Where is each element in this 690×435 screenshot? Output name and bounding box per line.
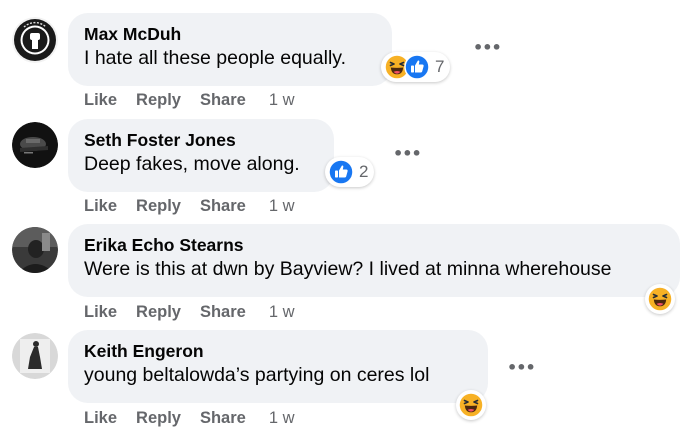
more-options-icon[interactable]: •••: [473, 40, 502, 56]
comment-text: young beltalowda’s partying on ceres lol: [84, 364, 430, 386]
comment-text: I hate all these people equally.: [84, 47, 346, 69]
comment-author[interactable]: Max McDuh: [84, 23, 376, 45]
reply-button[interactable]: Reply: [136, 197, 181, 216]
share-button[interactable]: Share: [200, 91, 246, 110]
like-button[interactable]: Like: [84, 91, 117, 110]
like-button[interactable]: Like: [84, 197, 117, 216]
like-button[interactable]: Like: [84, 409, 117, 428]
comment-bubble: Keith Engeron young beltalowda’s partyin…: [68, 330, 488, 403]
reaction-summary[interactable]: 7: [381, 52, 451, 82]
comment-actions: Like Reply Share 1 w: [84, 303, 295, 322]
reaction-count: 2: [359, 162, 369, 181]
haha-icon: [647, 286, 673, 312]
comment-bubble: Max McDuh I hate all these people equall…: [68, 13, 392, 86]
share-button[interactable]: Share: [200, 303, 246, 322]
reaction-summary[interactable]: 2: [325, 157, 375, 187]
comment-bubble: Erika Echo Stearns Were is this at dwn b…: [68, 224, 680, 297]
share-button[interactable]: Share: [200, 197, 246, 216]
reply-button[interactable]: Reply: [136, 303, 181, 322]
like-icon: [404, 54, 430, 80]
comment-actions: Like Reply Share 1 w: [84, 197, 295, 216]
comment-text: Were is this at dwn by Bayview? I lived …: [84, 258, 612, 280]
comment-timestamp[interactable]: 1 w: [269, 91, 295, 110]
comment-text: Deep fakes, move along.: [84, 153, 300, 175]
more-options-icon[interactable]: •••: [507, 360, 536, 376]
comment-timestamp[interactable]: 1 w: [269, 197, 295, 216]
comment-bubble: Seth Foster Jones Deep fakes, move along…: [68, 119, 334, 192]
avatar[interactable]: [12, 333, 58, 379]
comment-author[interactable]: Keith Engeron: [84, 340, 472, 362]
avatar[interactable]: [12, 227, 58, 273]
share-button[interactable]: Share: [200, 409, 246, 428]
like-button[interactable]: Like: [84, 303, 117, 322]
reaction-summary[interactable]: [645, 284, 675, 314]
reaction-count: 7: [435, 57, 445, 76]
haha-icon: [458, 392, 484, 418]
comment-timestamp[interactable]: 1 w: [269, 409, 295, 428]
avatar[interactable]: [12, 17, 58, 63]
more-options-icon[interactable]: •••: [393, 146, 422, 162]
like-icon: [328, 159, 354, 185]
reply-button[interactable]: Reply: [136, 409, 181, 428]
comment-timestamp[interactable]: 1 w: [269, 303, 295, 322]
comment-author[interactable]: Erika Echo Stearns: [84, 234, 664, 256]
comment-actions: Like Reply Share 1 w: [84, 91, 295, 110]
comment-actions: Like Reply Share 1 w: [84, 409, 295, 428]
reply-button[interactable]: Reply: [136, 91, 181, 110]
comment-author[interactable]: Seth Foster Jones: [84, 129, 318, 151]
reaction-summary[interactable]: [456, 390, 486, 420]
avatar[interactable]: [12, 122, 58, 168]
